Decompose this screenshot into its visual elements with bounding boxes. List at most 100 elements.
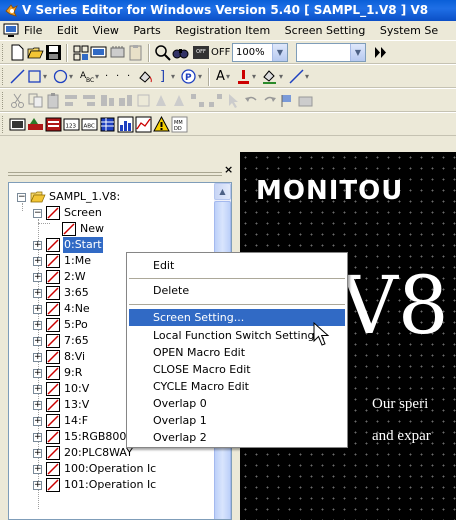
toolbar-grip[interactable] xyxy=(2,116,5,133)
align-icon[interactable] xyxy=(153,92,170,109)
scroll-up-icon[interactable]: ▲ xyxy=(214,183,231,200)
trend-part-icon[interactable] xyxy=(135,116,152,133)
off-toggle-button[interactable]: OFF OFF xyxy=(193,44,230,61)
screen-select[interactable]: ▼ xyxy=(296,43,366,62)
expand-icon[interactable]: + xyxy=(33,369,42,378)
collapse-icon[interactable]: − xyxy=(33,209,42,218)
tree-new-node[interactable]: New xyxy=(11,221,211,237)
numeric-display-icon[interactable]: 123 xyxy=(63,116,80,133)
display-icon[interactable] xyxy=(90,44,107,61)
undo-icon[interactable] xyxy=(243,92,260,109)
panel-grip[interactable] xyxy=(8,172,222,176)
title-bar[interactable]: V Series Editor for Windows Version 5.40… xyxy=(0,0,456,21)
expand-icon[interactable]: + xyxy=(33,449,42,458)
align-icon[interactable] xyxy=(135,92,152,109)
ctx-overlap-0[interactable]: Overlap 0 xyxy=(129,395,345,412)
chevron-down-icon[interactable]: ▾ xyxy=(69,68,73,85)
chevron-down-icon[interactable]: ▾ xyxy=(226,68,230,85)
zoom-icon[interactable] xyxy=(154,44,171,61)
flag-icon[interactable] xyxy=(279,92,296,109)
bracket-tool-icon[interactable]: ] xyxy=(160,68,165,85)
toolbar-grip[interactable] xyxy=(2,92,5,109)
expand-icon[interactable]: + xyxy=(33,273,42,282)
paint-fill-icon[interactable] xyxy=(136,68,153,85)
chevron-down-icon[interactable]: ▾ xyxy=(305,68,309,85)
menu-parts[interactable]: Parts xyxy=(133,21,160,40)
expand-icon[interactable]: + xyxy=(33,385,42,394)
line-style-icon[interactable] xyxy=(288,68,305,85)
cut-icon[interactable] xyxy=(9,92,26,109)
tree-screen-node[interactable]: − Screen xyxy=(11,205,211,221)
clipboard-icon[interactable] xyxy=(127,44,144,61)
ctx-edit[interactable]: Edit xyxy=(129,257,345,274)
expand-icon[interactable]: + xyxy=(33,353,42,362)
dot-tool-icon[interactable]: · xyxy=(105,68,108,85)
dot-tool-icon[interactable]: · xyxy=(127,68,130,85)
save-icon[interactable] xyxy=(45,44,62,61)
fast-forward-icon[interactable] xyxy=(372,44,389,61)
chevron-down-icon[interactable]: ▾ xyxy=(95,68,99,85)
tree-item[interactable]: + 100:Operation Ic xyxy=(11,461,211,477)
menu-file[interactable]: File xyxy=(24,21,42,40)
system-menu-icon[interactable] xyxy=(3,23,19,38)
ctx-overlap-2[interactable]: Overlap 2 xyxy=(129,429,345,446)
ctx-cycle-macro-edit[interactable]: CYCLE Macro Edit xyxy=(129,378,345,395)
lamp-part-icon[interactable] xyxy=(27,116,44,133)
expand-icon[interactable]: + xyxy=(33,337,42,346)
char-display-icon[interactable]: ABC xyxy=(81,116,98,133)
graph-part-icon[interactable] xyxy=(117,116,134,133)
close-icon[interactable]: × xyxy=(224,164,233,175)
switch-part-icon[interactable] xyxy=(9,116,26,133)
copy-icon[interactable] xyxy=(27,92,44,109)
expand-icon[interactable]: + xyxy=(33,465,42,474)
table-part-icon[interactable] xyxy=(99,116,116,133)
binoculars-icon[interactable] xyxy=(172,44,189,61)
paste-icon[interactable] xyxy=(45,92,62,109)
message-part-icon[interactable] xyxy=(45,116,62,133)
new-file-icon[interactable] xyxy=(9,44,26,61)
open-folder-icon[interactable] xyxy=(27,44,44,61)
rectangle-tool-icon[interactable] xyxy=(26,68,43,85)
grid-icon[interactable] xyxy=(72,44,89,61)
multi-display-icon[interactable]: MMDD xyxy=(171,116,188,133)
chevron-down-icon[interactable]: ▾ xyxy=(171,68,175,85)
ctx-overlap-1[interactable]: Overlap 1 xyxy=(129,412,345,429)
distribute-icon[interactable] xyxy=(189,92,206,109)
distribute-icon[interactable] xyxy=(207,92,224,109)
memory-icon[interactable] xyxy=(109,44,126,61)
tree-item[interactable]: + 0:Start xyxy=(11,237,211,253)
parts-tool-icon[interactable]: P xyxy=(180,68,197,85)
expand-icon[interactable]: + xyxy=(33,417,42,426)
expand-icon[interactable]: + xyxy=(33,241,42,250)
alarm-part-icon[interactable] xyxy=(153,116,170,133)
chevron-down-icon[interactable]: ▾ xyxy=(252,68,256,85)
menu-registration-item[interactable]: Registration Item xyxy=(175,21,270,40)
chevron-down-icon[interactable]: ▾ xyxy=(43,68,47,85)
align-icon[interactable] xyxy=(171,92,188,109)
expand-icon[interactable]: + xyxy=(33,433,42,442)
menu-edit[interactable]: Edit xyxy=(57,21,78,40)
expand-icon[interactable]: + xyxy=(33,289,42,298)
align-icon[interactable] xyxy=(117,92,134,109)
redo-icon[interactable] xyxy=(261,92,278,109)
tree-item[interactable]: + 101:Operation Ic xyxy=(11,477,211,493)
toolbar-grip[interactable] xyxy=(2,44,5,61)
pen-color-icon[interactable] xyxy=(235,68,252,85)
chevron-down-icon[interactable]: ▾ xyxy=(279,68,283,85)
align-icon[interactable] xyxy=(63,92,80,109)
ctx-delete[interactable]: Delete xyxy=(129,282,345,299)
expand-icon[interactable]: + xyxy=(33,257,42,266)
chevron-down-icon[interactable]: ▾ xyxy=(198,68,202,85)
menu-screen-setting[interactable]: Screen Setting xyxy=(285,21,366,40)
collapse-icon[interactable]: − xyxy=(17,193,26,202)
ctx-close-macro-edit[interactable]: CLOSE Macro Edit xyxy=(129,361,345,378)
expand-icon[interactable]: + xyxy=(33,401,42,410)
line-tool-icon[interactable] xyxy=(9,68,26,85)
zoom-select[interactable]: 100% ▼ xyxy=(232,43,288,62)
text-tool-icon[interactable]: A BC xyxy=(78,68,95,85)
align-icon[interactable] xyxy=(81,92,98,109)
dot-tool-icon[interactable]: · xyxy=(116,68,119,85)
menu-system-setting[interactable]: System Se xyxy=(380,21,438,40)
circle-tool-icon[interactable] xyxy=(52,68,69,85)
font-tool-icon[interactable]: A xyxy=(216,68,225,85)
